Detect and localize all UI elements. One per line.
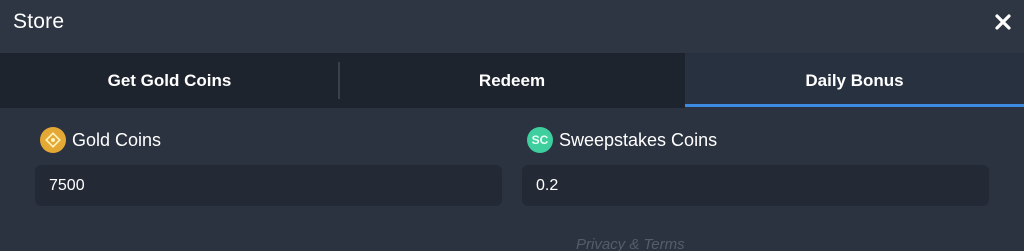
sweepstakes-coins-label-text: Sweepstakes Coins	[559, 129, 718, 150]
sweepstakes-coins-label: SC Sweepstakes Coins	[527, 127, 717, 153]
sweepstakes-coins-balance-field[interactable]: 0.2	[522, 165, 989, 206]
tab-daily-bonus[interactable]: Daily Bonus	[685, 53, 1024, 108]
modal-title: Store	[13, 10, 65, 33]
active-tab-indicator	[685, 104, 1024, 107]
store-modal: Store Get Gold Coins Redeem Daily Bonus …	[0, 0, 1024, 251]
gold-coins-value: 7500	[49, 176, 85, 194]
sweepstakes-coin-icon: SC	[527, 127, 553, 153]
tab-redeem[interactable]: Redeem	[340, 53, 684, 108]
gold-coins-balance-field[interactable]: 7500	[35, 165, 502, 206]
store-tabs: Get Gold Coins Redeem Daily Bonus	[0, 53, 1024, 108]
gold-coins-label: Gold Coins	[40, 127, 161, 153]
modal-header: Store	[0, 0, 1024, 53]
privacy-terms-link[interactable]: Privacy & Terms	[576, 236, 685, 251]
sweepstakes-coins-value: 0.2	[536, 176, 559, 194]
tab-label: Redeem	[478, 70, 546, 90]
close-icon[interactable]	[992, 10, 1014, 34]
gold-coin-icon	[40, 127, 66, 153]
tab-get-gold-coins[interactable]: Get Gold Coins	[0, 53, 339, 108]
tab-label: Daily Bonus	[805, 70, 904, 90]
tab-label: Get Gold Coins	[107, 70, 232, 90]
gold-coins-label-text: Gold Coins	[72, 129, 162, 150]
